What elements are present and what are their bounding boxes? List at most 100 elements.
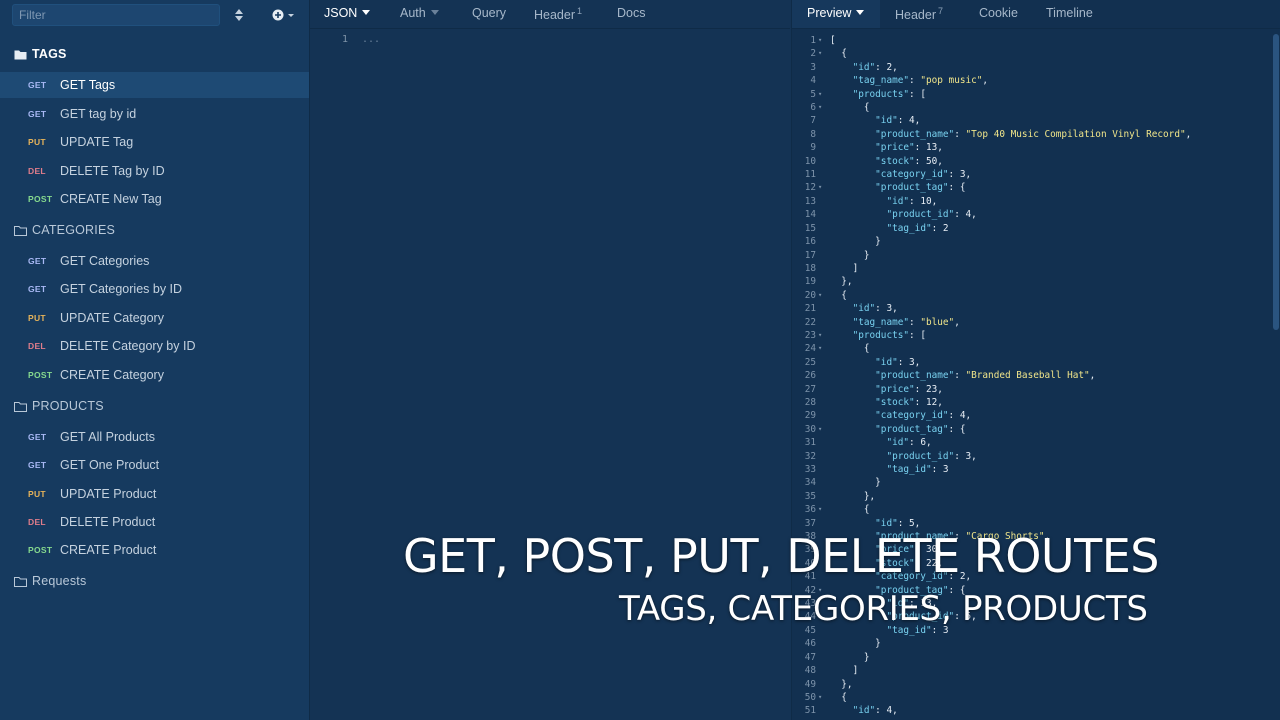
code-text: "id": 10, — [886, 195, 938, 207]
fold-caret-icon[interactable]: ▾ — [818, 503, 822, 516]
fold-caret-icon[interactable]: ▾ — [818, 691, 822, 704]
request-label: UPDATE Product — [60, 487, 157, 501]
fold-caret-icon[interactable]: ▾ — [818, 342, 822, 355]
code-text: { — [830, 691, 847, 703]
sidebar-item-create-product[interactable]: POST CREATE Product — [0, 537, 309, 563]
scrollbar[interactable] — [1273, 34, 1279, 330]
fold-caret-icon[interactable]: ▾ — [818, 34, 822, 47]
request-label: GET Categories — [60, 254, 150, 268]
tab-query[interactable]: Query — [472, 6, 506, 20]
tab-response-header[interactable]: Header 7 — [895, 6, 943, 22]
fold-caret-icon[interactable]: ▾ — [818, 181, 822, 194]
code-text: "id": 6, — [886, 437, 932, 449]
line-number: 15 — [804, 222, 816, 234]
request-label: GET Tags — [60, 78, 116, 92]
sidebar-item-create-new-tag[interactable]: POST CREATE New Tag — [0, 186, 309, 212]
sidebar-item-update-tag[interactable]: PUT UPDATE Tag — [0, 129, 309, 155]
editor-placeholder[interactable]: ... — [362, 34, 380, 45]
header-count-badge: 1 — [577, 6, 583, 16]
request-label: CREATE New Tag — [60, 192, 162, 206]
line-number: 46 — [804, 638, 816, 650]
code-line: 8 "product_name": "Top 40 Music Compilat… — [792, 128, 1262, 141]
line-number: 49 — [804, 678, 816, 690]
method-badge: POST — [28, 194, 53, 204]
code-line: 5 ▾ "products": [ — [792, 88, 1262, 101]
tab-preview[interactable]: Preview — [807, 6, 865, 20]
code-line: 18 ] — [792, 262, 1262, 275]
code-line: 30 ▾ "product_tag": { — [792, 423, 1262, 436]
code-text: "tag_name": "blue", — [852, 316, 960, 328]
code-line: 26 "product_name": "Branded Baseball Hat… — [792, 369, 1262, 382]
method-badge: DEL — [28, 517, 46, 527]
line-number: 47 — [804, 651, 816, 663]
request-tabbar: JSON Auth Query Header 1 Docs — [310, 0, 790, 29]
folder-requests[interactable]: Requests — [14, 572, 86, 590]
folder-tags[interactable]: TAGS — [14, 45, 67, 63]
sidebar-item-get-categories-by-id[interactable]: GET GET Categories by ID — [0, 276, 309, 302]
sidebar-item-delete-tag-by-id[interactable]: DEL DELETE Tag by ID — [0, 158, 309, 184]
tab-body-json[interactable]: JSON — [324, 6, 371, 20]
line-number: 50 — [804, 691, 816, 703]
tab-label: Header — [895, 8, 936, 22]
line-number: 21 — [804, 303, 816, 315]
tab-label: Header — [534, 8, 575, 22]
code-text: "product_name": "Branded Baseball Hat", — [875, 370, 1096, 382]
method-badge: GET — [28, 109, 47, 119]
line-number: 9 — [810, 142, 816, 154]
fold-caret-icon[interactable]: ▾ — [818, 88, 822, 101]
code-line: 17 } — [792, 249, 1262, 262]
line-number: 6 — [810, 102, 816, 114]
sidebar-item-get-one-product[interactable]: GET GET One Product — [0, 452, 309, 478]
line-number: 7 — [810, 115, 816, 127]
sidebar-item-delete-category-by-id[interactable]: DEL DELETE Category by ID — [0, 333, 309, 359]
sidebar-item-create-category[interactable]: POST CREATE Category — [0, 362, 309, 388]
code-text: "product_id": 3, — [886, 450, 977, 462]
line-number: 4 — [810, 75, 816, 87]
code-text: } — [830, 651, 870, 663]
code-text: ] — [830, 665, 859, 677]
tab-header[interactable]: Header 1 — [534, 6, 582, 22]
line-number: 35 — [804, 490, 816, 502]
fold-caret-icon[interactable]: ▾ — [818, 101, 822, 114]
tab-cookie[interactable]: Cookie — [979, 6, 1018, 20]
sidebar-item-update-category[interactable]: PUT UPDATE Category — [0, 305, 309, 331]
folder-label: Requests — [32, 574, 87, 588]
sidebar-item-get-tag-by-id[interactable]: GET GET tag by id — [0, 101, 309, 127]
fold-caret-icon[interactable]: ▾ — [818, 47, 822, 60]
sort-icon[interactable] — [232, 6, 246, 24]
fold-caret-icon[interactable]: ▾ — [818, 329, 822, 342]
fold-caret-icon[interactable]: ▾ — [818, 423, 822, 436]
code-text: } — [830, 249, 870, 261]
code-line: 14 "product_id": 4, — [792, 208, 1262, 221]
code-line: 19 }, — [792, 275, 1262, 288]
folder-categories[interactable]: CATEGORIES — [14, 221, 115, 239]
code-text: "tag_id": 3 — [886, 464, 949, 475]
folder-open-icon — [14, 50, 27, 59]
line-number: 2 — [810, 48, 816, 60]
sidebar-item-get-all-products[interactable]: GET GET All Products — [0, 424, 309, 450]
code-line: 1 ▾ [ — [792, 34, 1262, 47]
code-line: 7 "id": 4, — [792, 114, 1262, 127]
code-text: { — [830, 289, 847, 301]
method-badge: GET — [28, 256, 47, 266]
method-badge: GET — [28, 80, 47, 90]
tab-docs[interactable]: Docs — [617, 6, 645, 20]
tab-auth[interactable]: Auth — [400, 6, 439, 20]
line-number: 25 — [804, 356, 816, 368]
sidebar-item-delete-product[interactable]: DEL DELETE Product — [0, 509, 309, 535]
request-label: CREATE Category — [60, 368, 164, 382]
sidebar-item-get-tags[interactable]: GET GET Tags — [0, 72, 309, 98]
folder-products[interactable]: PRODUCTS — [14, 397, 104, 415]
sidebar-item-update-product[interactable]: PUT UPDATE Product — [0, 481, 309, 507]
fold-caret-icon[interactable]: ▾ — [818, 289, 822, 302]
sidebar: TAGS GET GET Tags GET GET tag by id PUT … — [0, 0, 310, 720]
tab-timeline[interactable]: Timeline — [1046, 6, 1093, 20]
sidebar-item-get-categories[interactable]: GET GET Categories — [0, 248, 309, 274]
add-dropdown-icon[interactable] — [270, 6, 298, 24]
line-number: 48 — [804, 665, 816, 677]
line-number: 1 — [810, 35, 816, 46]
folder-label: CATEGORIES — [32, 223, 116, 237]
code-line: 11 "category_id": 3, — [792, 168, 1262, 181]
filter-input[interactable] — [12, 4, 220, 26]
request-label: DELETE Category by ID — [60, 339, 196, 353]
